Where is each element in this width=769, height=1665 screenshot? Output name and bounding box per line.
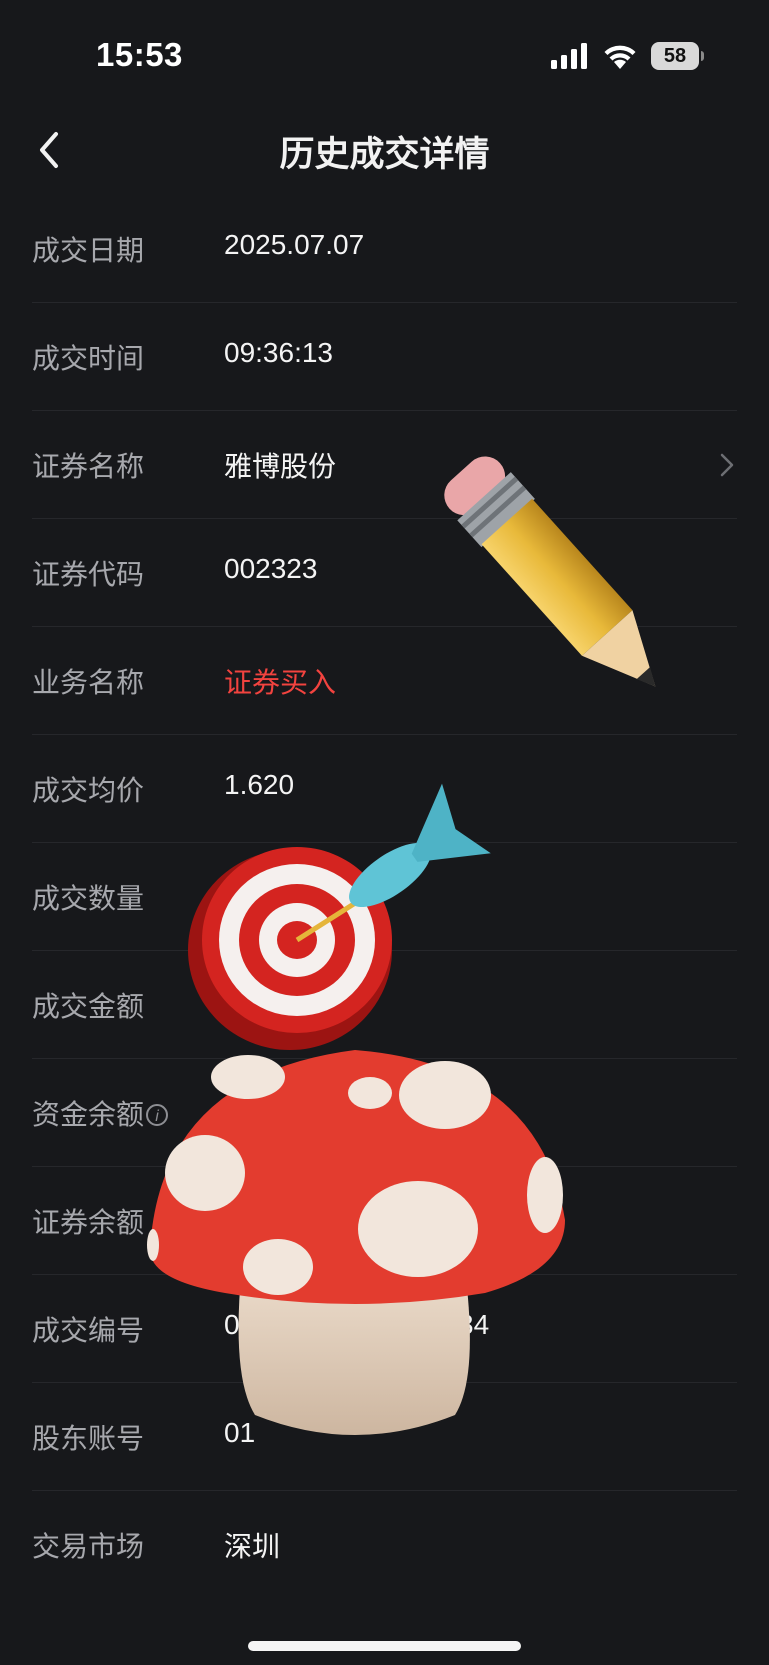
page-title: 历史成交详情 [279,135,490,174]
row-label: 证券名称 [32,451,145,482]
row-label: 成交金额 [32,991,145,1022]
row-label: 成交均价 [32,775,145,806]
status-time: 15:53 [96,36,183,73]
row-label: 交易市场 [32,1531,145,1562]
row-value: 雅博股份 [224,451,337,482]
battery-icon: 58 [651,42,704,70]
row-label: 证券代码 [32,559,145,590]
status-bar: 15:53 58 [0,0,769,110]
row-value: 2025.07.07 [224,229,365,260]
row-label: 股东账号 [32,1423,145,1454]
row-label: 成交日期 [32,235,145,266]
row-trade-date: 成交日期 2025.07.07 [32,195,737,303]
chevron-right-icon [720,453,734,477]
row-value: 证券买入 [224,667,337,698]
pencil-sticker [444,456,656,687]
row-label: 成交数量 [32,883,145,914]
row-value: 002323 [224,553,318,584]
row-label: 业务名称 [32,667,145,698]
row-value: 深圳 [224,1531,281,1562]
home-indicator[interactable] [248,1641,521,1651]
row-trade-time: 成交时间 09:36:13 [32,303,737,411]
row-label: 成交编号 [32,1315,145,1346]
dart-target-sticker [188,783,491,1050]
row-label: 证券余额 [32,1207,145,1238]
signal-icon [551,43,587,69]
nav-bar: 历史成交详情 [0,110,769,190]
wifi-icon [604,45,636,69]
row-market: 交易市场 深圳 [32,1491,737,1598]
mushroom-sticker [147,1050,565,1435]
battery-level: 58 [651,42,699,70]
row-label: 成交时间 [32,343,145,374]
row-value: 09:36:13 [224,337,333,368]
row-label-text: 资金余额 [32,1099,145,1130]
